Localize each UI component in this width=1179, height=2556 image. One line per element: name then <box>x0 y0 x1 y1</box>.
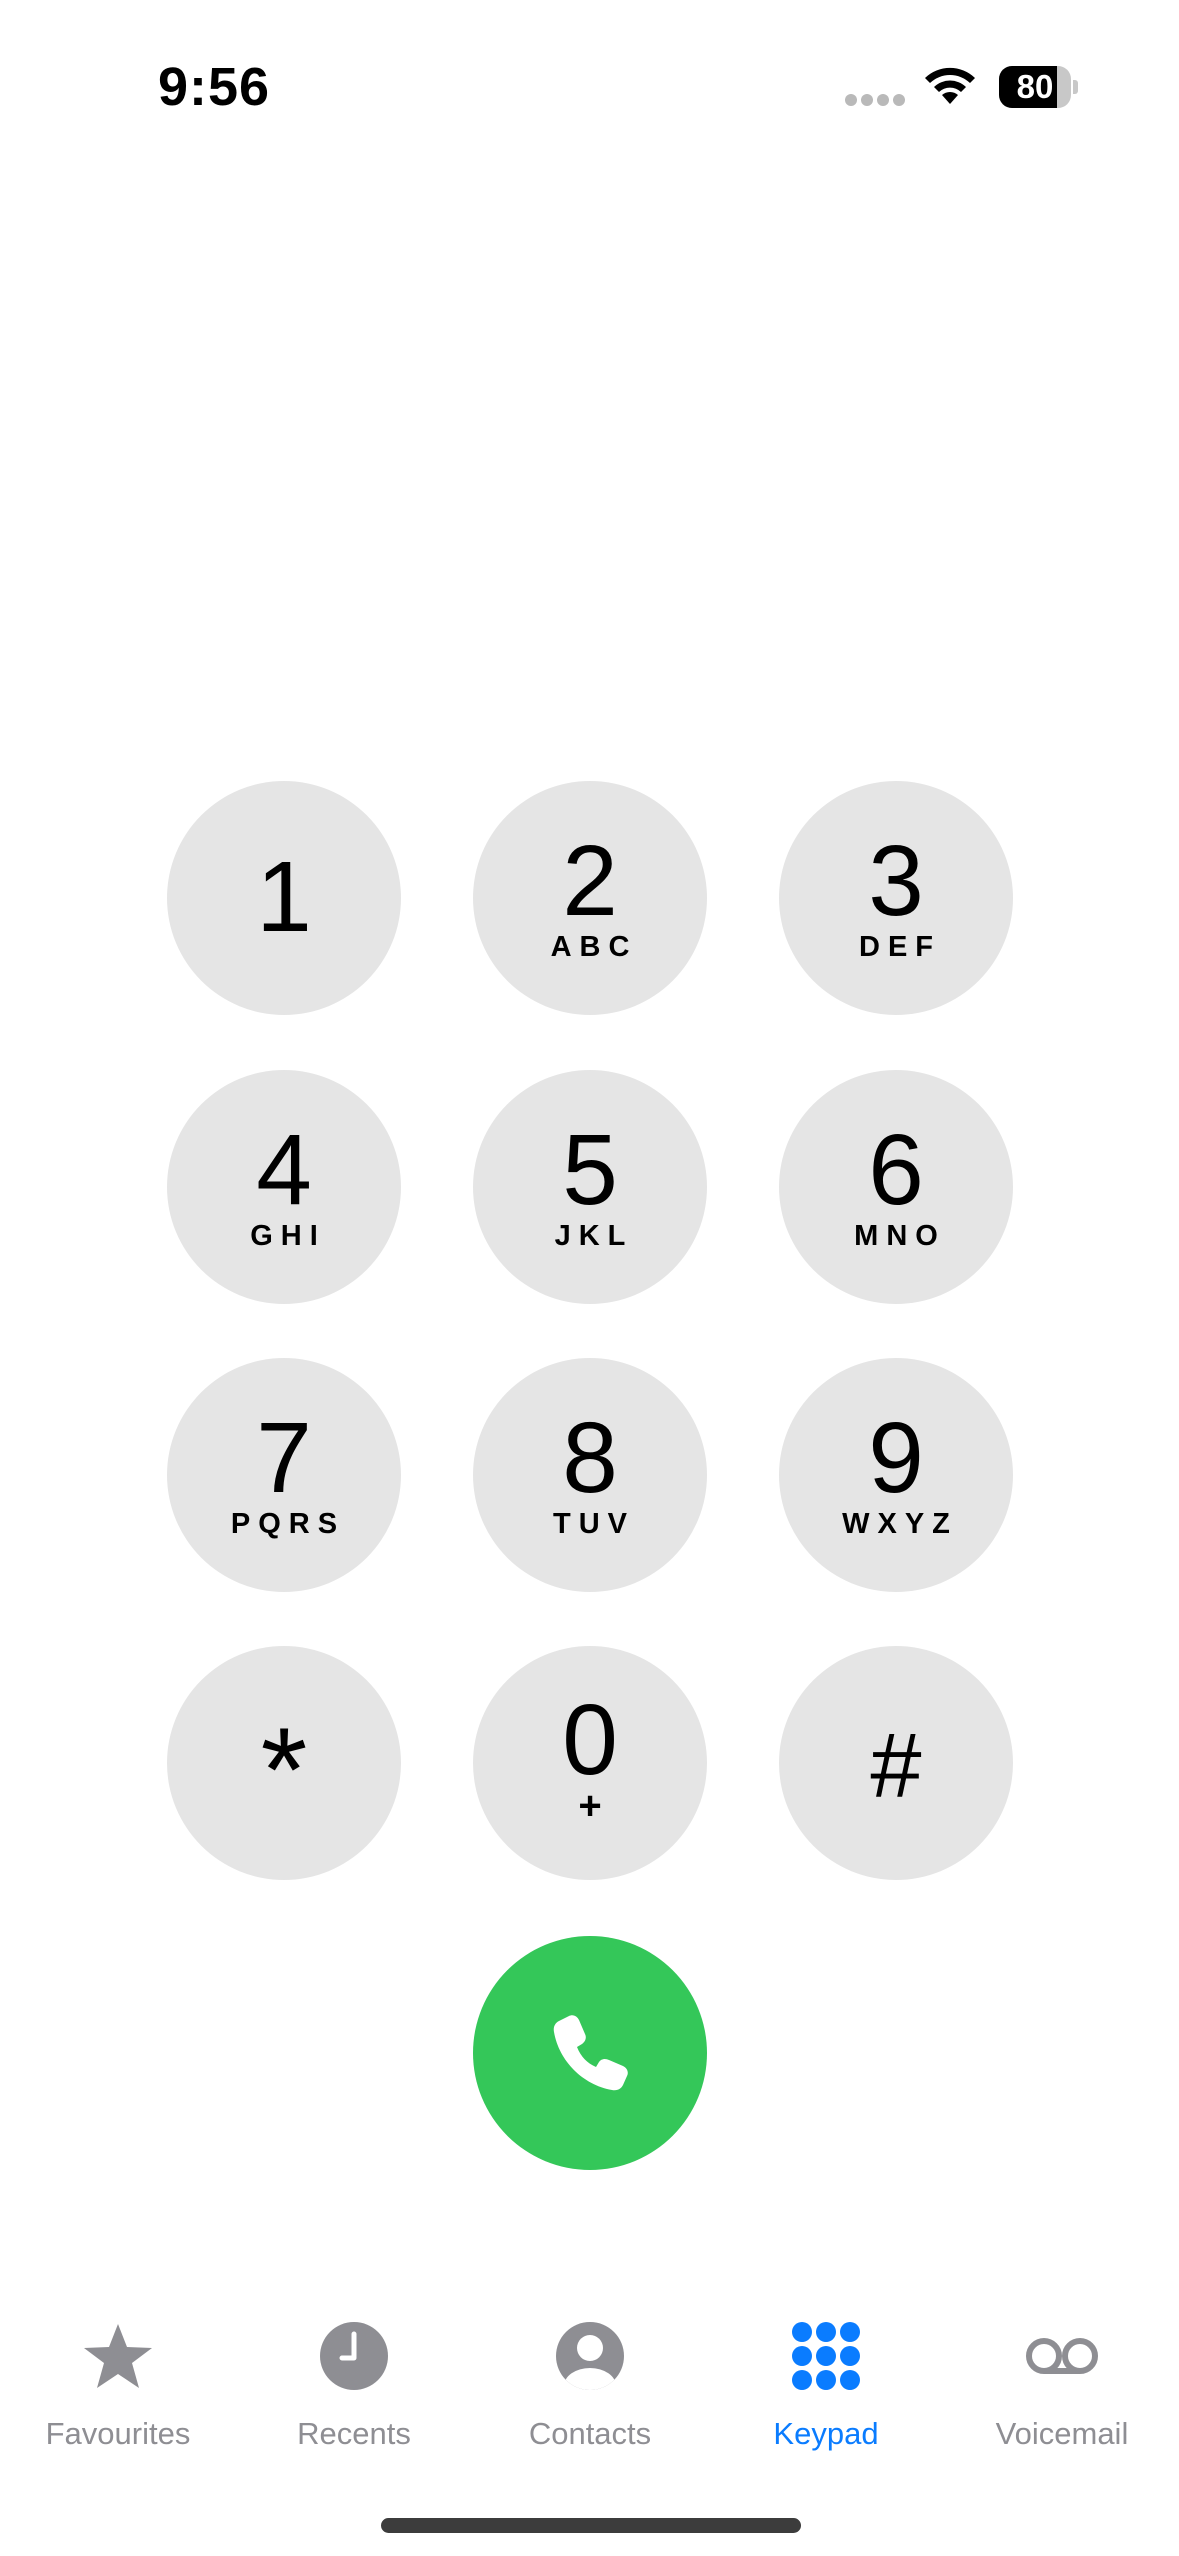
phone-keypad-screen: 9:56 80 1 2 ABC 3 DEF 4 GHI 5 JKL 6 MNO … <box>0 0 1179 2556</box>
key-letters: PQRS <box>230 1508 346 1540</box>
tab-recents[interactable]: Recents <box>236 2320 472 2470</box>
key-digit: 2 <box>562 825 618 937</box>
key-3[interactable]: 3 DEF <box>779 781 1013 1015</box>
key-letters: MNO <box>854 1220 946 1252</box>
key-letters: TUV <box>553 1508 635 1540</box>
key-digit: 5 <box>562 1114 618 1226</box>
tab-label: Voicemail <box>995 2416 1129 2451</box>
status-bar: 9:56 80 <box>0 0 1179 150</box>
person-circle-icon <box>556 2322 624 2390</box>
key-digit: 9 <box>868 1402 924 1514</box>
tab-label: Contacts <box>528 2416 652 2451</box>
tab-keypad[interactable]: Keypad <box>708 2320 944 2470</box>
key-7[interactable]: 7 PQRS <box>167 1358 401 1592</box>
key-digit: # <box>870 1715 922 1817</box>
keypad-grid-icon <box>792 2322 860 2390</box>
tab-bar: Favourites Recents Contacts Keypad Voice… <box>0 2300 1179 2480</box>
status-time: 9:56 <box>158 57 271 117</box>
key-4[interactable]: 4 GHI <box>167 1070 401 1304</box>
key-digit: 6 <box>868 1114 924 1226</box>
key-8[interactable]: 8 TUV <box>473 1358 707 1592</box>
dial-keypad: 1 2 ABC 3 DEF 4 GHI 5 JKL 6 MNO 7 PQRS 8… <box>0 0 1179 2556</box>
tab-label: Favourites <box>45 2416 191 2451</box>
key-hash[interactable]: # <box>779 1646 1013 1880</box>
clock-icon <box>320 2322 388 2390</box>
key-letters: WXYZ <box>842 1508 958 1540</box>
tab-contacts[interactable]: Contacts <box>472 2320 708 2470</box>
key-6[interactable]: 6 MNO <box>779 1070 1013 1304</box>
key-letters: ABC <box>550 931 638 963</box>
key-9[interactable]: 9 WXYZ <box>779 1358 1013 1592</box>
key-digit: 3 <box>868 825 924 937</box>
star-icon <box>84 2324 152 2388</box>
battery-level: 80 <box>1016 68 1054 105</box>
tab-voicemail[interactable]: Voicemail <box>944 2320 1179 2470</box>
key-digit: * <box>260 1703 308 1837</box>
key-digit: 8 <box>562 1402 618 1514</box>
tab-label: Recents <box>297 2416 411 2451</box>
key-letters: DEF <box>859 931 941 963</box>
phone-icon <box>553 2015 628 2091</box>
battery-icon: 80 <box>999 66 1078 108</box>
key-5[interactable]: 5 JKL <box>473 1070 707 1304</box>
key-digit: 0 <box>562 1684 618 1796</box>
tab-label: Keypad <box>773 2416 879 2451</box>
key-digit: 4 <box>256 1114 312 1226</box>
key-star[interactable]: * <box>167 1646 401 1880</box>
key-letters: JKL <box>554 1220 634 1252</box>
home-indicator[interactable] <box>381 2518 801 2533</box>
key-2[interactable]: 2 ABC <box>473 781 707 1015</box>
key-digit: 7 <box>256 1402 312 1514</box>
key-letters: GHI <box>250 1220 326 1252</box>
cellular-signal-icon <box>845 94 905 108</box>
voicemail-icon <box>1026 2338 1098 2374</box>
key-1[interactable]: 1 <box>167 781 401 1015</box>
wifi-icon <box>925 67 975 104</box>
key-0[interactable]: 0 + <box>473 1646 707 1880</box>
key-plus-sign: + <box>578 1784 602 1828</box>
call-button[interactable] <box>473 1936 707 2170</box>
key-digit: 1 <box>256 841 312 953</box>
tab-favourites[interactable]: Favourites <box>0 2320 236 2470</box>
